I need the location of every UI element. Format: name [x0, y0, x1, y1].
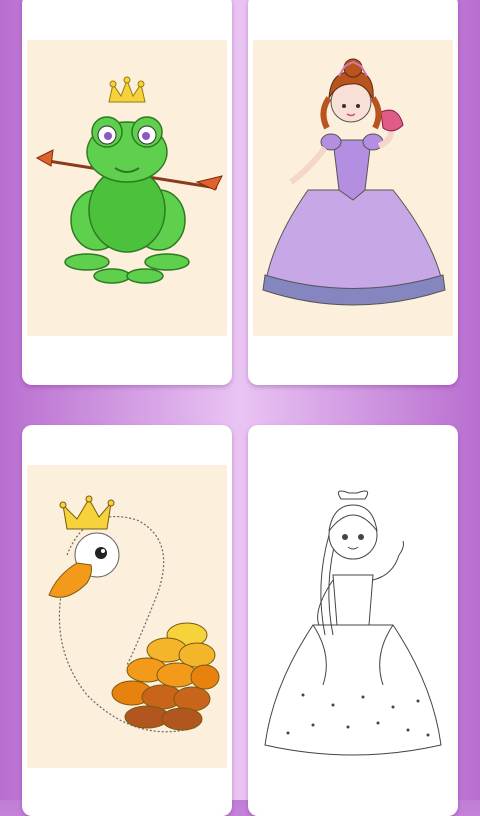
swan-picture	[27, 465, 227, 768]
princess-outline-illustration	[264, 490, 442, 756]
princess-purple-illustration	[262, 58, 446, 306]
coloring-card-princess-outline[interactable]	[248, 425, 458, 816]
princess-outline-picture	[253, 465, 453, 795]
coloring-card-frog[interactable]	[22, 0, 232, 385]
frog-illustration	[35, 76, 223, 284]
swan-illustration	[48, 495, 220, 733]
coloring-card-princess-purple[interactable]	[248, 0, 458, 385]
princess-purple-picture	[253, 40, 453, 336]
frog-picture	[27, 40, 227, 336]
coloring-card-swan[interactable]	[22, 425, 232, 816]
